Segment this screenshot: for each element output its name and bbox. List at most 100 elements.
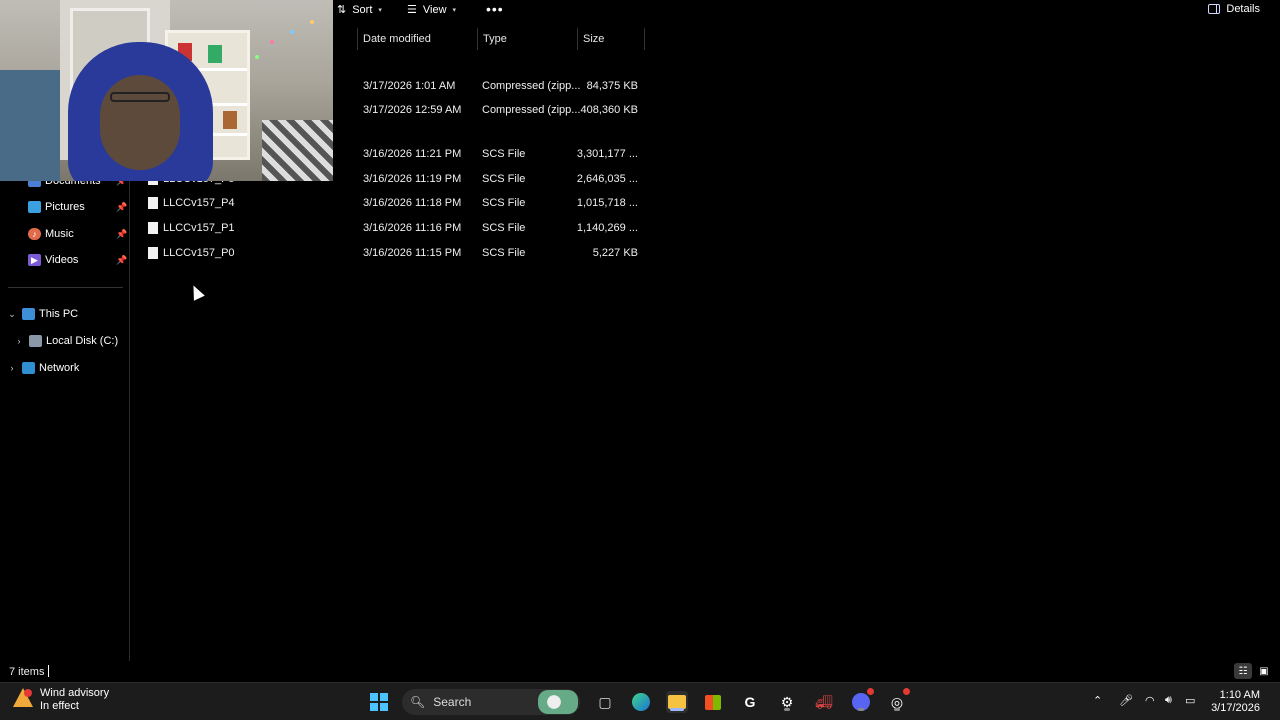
file-name: LLCCv157_P1: [163, 222, 235, 234]
file-date-modified: 3/16/2026 11:15 PM: [363, 247, 462, 259]
webcam-overlay: [0, 0, 333, 181]
notification-badge: [903, 688, 910, 695]
file-type: SCS File: [482, 222, 526, 234]
folder-icon: [668, 695, 686, 709]
sidebar-item-label: Network: [39, 362, 80, 374]
sidebar-item-label: This PC: [39, 308, 79, 320]
volume-icon[interactable]: 🔊︎: [1165, 694, 1172, 707]
sidebar-item-label: Music: [45, 228, 74, 240]
show-hidden-icons-chevron-icon[interactable]: ⌃: [1093, 694, 1102, 707]
taskbar-search[interactable]: 🔍︎ Search: [402, 689, 580, 715]
file-type: SCS File: [482, 148, 526, 160]
computer-icon: [22, 308, 35, 320]
file-explorer-button[interactable]: [666, 691, 688, 713]
chevron-right-icon[interactable]: ›: [6, 363, 18, 373]
task-view-button[interactable]: ▢: [594, 691, 616, 713]
file-size: 5,227 KB: [592, 247, 638, 259]
warning-icon: [12, 687, 34, 709]
edge-button[interactable]: [630, 691, 652, 713]
column-header-size[interactable]: Size: [577, 28, 645, 50]
chevron-down-icon: ▾: [452, 6, 457, 14]
sidebar-item-pictures[interactable]: Pictures 📌: [0, 195, 130, 219]
file-size: 1,015,718 ...: [576, 197, 638, 209]
file-name: LLCCv157_P0: [163, 247, 235, 259]
videos-icon: ▶: [28, 254, 41, 266]
sidebar-item-videos[interactable]: ▶ Videos 📌: [0, 248, 130, 272]
sidebar-item-label: Videos: [45, 254, 79, 266]
file-row[interactable]: LLCCv157_P4 3/16/2026 11:18 PM SCS File 1,0…: [140, 191, 650, 215]
app-button[interactable]: ◎: [886, 688, 910, 713]
details-pane-icon: [1208, 4, 1221, 14]
task-view-icon: ▢: [598, 693, 612, 710]
file-type: SCS File: [482, 197, 526, 209]
sidebar-item-label: Local Disk (C:): [46, 335, 119, 347]
weather-widget[interactable]: Wind advisory In effect: [12, 687, 109, 713]
file-icon: [148, 247, 158, 259]
music-icon: ♪: [28, 228, 41, 240]
sort-icon: ⇅: [337, 4, 347, 16]
tiles-view-button[interactable]: ▣: [1255, 663, 1273, 679]
taskbar: Wind advisory In effect 🔍︎ Search ▢ G ⚙ …: [0, 682, 1280, 720]
wifi-icon[interactable]: ◠: [1145, 694, 1155, 707]
sort-label: Sort: [352, 3, 373, 16]
sidebar-item-this-pc[interactable]: ⌄ This PC: [0, 302, 130, 326]
details-view-icon: ☷: [1238, 665, 1248, 677]
file-row[interactable]: LLCCv157_P1 3/16/2026 11:16 PM SCS File 1,1…: [140, 216, 650, 240]
file-type: Compressed (zipp...: [482, 104, 581, 116]
column-header-date-modified[interactable]: Date modified: [357, 28, 477, 50]
search-highlight-image: [538, 690, 578, 714]
view-button[interactable]: ☰ View ▾: [407, 3, 457, 17]
sidebar-item-label: Pictures: [45, 201, 85, 213]
battery-icon[interactable]: ▭: [1185, 694, 1195, 707]
command-bar: ⇅ Sort ▾ ☰ View ▾ ••• Details: [333, 0, 1280, 20]
file-date-modified: 3/16/2026 11:21 PM: [363, 148, 462, 160]
chevron-down-icon[interactable]: ⌄: [6, 309, 18, 320]
file-date-modified: 3/16/2026 11:16 PM: [363, 222, 462, 234]
file-size: 1,140,269 ...: [576, 222, 638, 234]
column-header-label: Type: [483, 33, 507, 45]
microphone-icon[interactable]: 🎤︎: [1119, 694, 1133, 707]
sidebar-item-local-disk[interactable]: › Local Disk (C:): [0, 329, 130, 353]
pin-icon: 📌: [116, 254, 128, 265]
details-view-button[interactable]: ☷: [1234, 663, 1252, 679]
file-date-modified: 3/16/2026 11:19 PM: [363, 173, 462, 185]
column-header-label: Date modified: [363, 33, 431, 45]
truck-game-button[interactable]: 🚚︎: [813, 691, 835, 713]
file-date-modified: 3/17/2026 12:59 AM: [363, 104, 462, 116]
edge-icon: [632, 693, 650, 711]
sidebar-divider: [8, 287, 123, 288]
store-button[interactable]: [702, 691, 724, 713]
file-icon: [148, 222, 158, 234]
weather-subtitle: In effect: [40, 700, 79, 712]
text-caret: [48, 665, 49, 677]
steam-button[interactable]: ⚙: [776, 691, 798, 713]
file-date-modified: 3/17/2026 1:01 AM: [363, 80, 456, 92]
file-name: LLCCv157_P4: [163, 197, 235, 209]
discord-button[interactable]: [850, 688, 874, 713]
search-label: Search: [433, 695, 472, 709]
app-g-button[interactable]: G: [739, 691, 761, 713]
column-header-label: Size: [583, 33, 605, 45]
drive-icon: [29, 335, 42, 347]
column-header-type[interactable]: Type: [477, 28, 577, 50]
g-hub-icon: G: [744, 694, 756, 710]
sort-button[interactable]: ⇅ Sort ▾: [337, 3, 382, 17]
search-icon: 🔍︎: [410, 695, 426, 709]
view-label: View: [422, 3, 447, 16]
sidebar-item-music[interactable]: ♪ Music 📌: [0, 222, 130, 246]
details-pane-button[interactable]: Details: [1208, 3, 1260, 15]
more-options-button[interactable]: •••: [486, 1, 504, 17]
network-icon: [22, 362, 35, 374]
clock-time: 1:10 AM: [1219, 689, 1260, 701]
pin-icon: 📌: [116, 228, 128, 239]
sidebar-item-network[interactable]: › Network: [0, 356, 130, 380]
active-indicator: [670, 708, 684, 711]
file-type: SCS File: [482, 247, 526, 259]
weather-title: Wind advisory: [40, 687, 110, 699]
start-button[interactable]: [368, 691, 390, 713]
file-row[interactable]: LLCCv157_P0 3/16/2026 11:15 PM SCS File 5,2…: [140, 241, 650, 265]
system-clock[interactable]: 1:10 AM 3/17/2026: [1211, 689, 1260, 715]
chevron-right-icon[interactable]: ›: [13, 336, 25, 346]
mouse-pointer: [188, 282, 205, 301]
item-count: 7 items: [9, 666, 45, 678]
